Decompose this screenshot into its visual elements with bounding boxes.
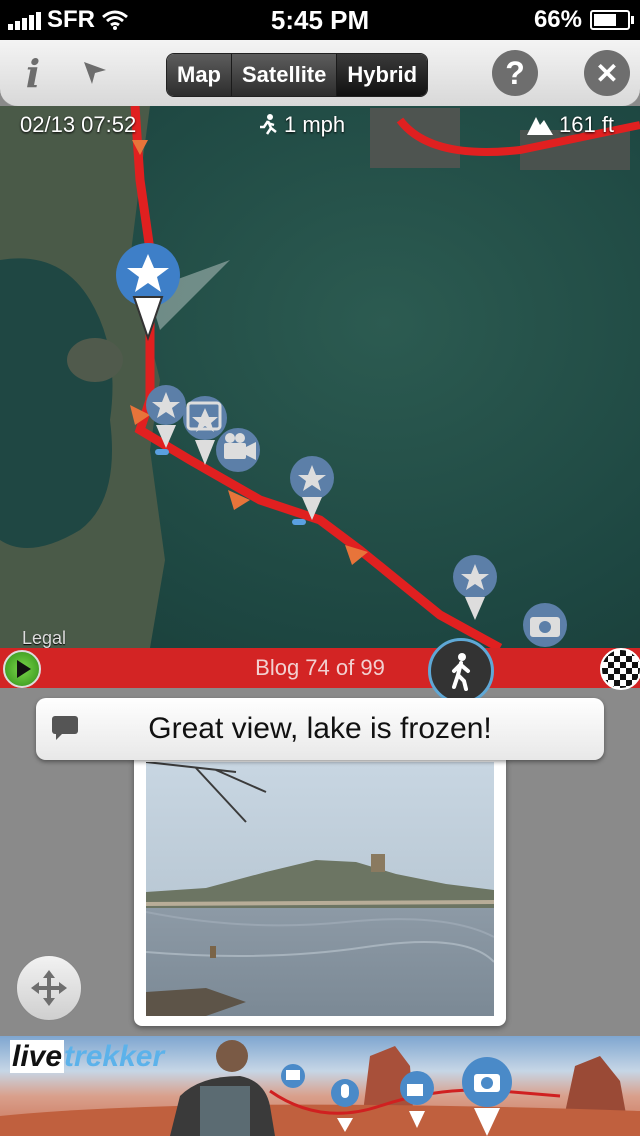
- map-altitude: 161 ft: [527, 112, 614, 138]
- locate-button[interactable]: [70, 48, 120, 98]
- island: [67, 338, 123, 382]
- timeline-bar[interactable]: Blog 74 of 99: [0, 648, 640, 688]
- battery: 66%: [533, 6, 634, 34]
- comment-bubble[interactable]: Great view, lake is frozen!: [36, 698, 604, 760]
- walker-icon[interactable]: [428, 638, 494, 704]
- segment-hybrid[interactable]: Hybrid: [337, 54, 428, 96]
- banner-comment-marker: [281, 1064, 305, 1088]
- livetrekker-banner[interactable]: livetrekker: [0, 1036, 640, 1136]
- close-icon: ✕: [584, 50, 630, 96]
- route-segment-marker: [155, 449, 169, 455]
- map-view[interactable]: [0, 106, 640, 648]
- help-icon: ?: [492, 50, 538, 96]
- waypoint-marker[interactable]: [453, 555, 497, 620]
- segment-map[interactable]: Map: [167, 54, 232, 96]
- info-icon: i: [25, 50, 41, 96]
- move-icon: [31, 970, 67, 1006]
- walker-figure: [452, 653, 470, 691]
- logo-trekker: trekker: [64, 1040, 165, 1073]
- lake-photo-image: [146, 762, 494, 1016]
- route-line: [130, 106, 503, 648]
- blog-counter: Blog 74 of 99: [255, 655, 385, 680]
- locate-arrow-icon: [84, 62, 106, 84]
- map-canvas: [0, 106, 640, 648]
- toolbar: i Map Satellite Hybrid ? ✕: [0, 40, 640, 107]
- close-button[interactable]: ✕: [582, 48, 632, 98]
- info-button[interactable]: i: [8, 48, 58, 98]
- battery-percent: 66%: [533, 6, 582, 33]
- battery-icon: [590, 10, 634, 30]
- status-bar: SFR 5:45 PM 66%: [0, 0, 640, 40]
- photo-card[interactable]: [134, 752, 506, 1026]
- logo-live: live: [10, 1040, 65, 1073]
- photo-marker[interactable]: [523, 603, 567, 647]
- speed-value: 1 mph: [284, 112, 346, 137]
- altitude-value: 161 ft: [559, 112, 615, 137]
- hiker-figure: [170, 1040, 275, 1136]
- run-icon: [260, 114, 277, 135]
- route-segment-marker: [292, 519, 306, 525]
- video-marker[interactable]: [216, 428, 260, 472]
- play-icon[interactable]: [3, 650, 41, 688]
- mountain-icon: [527, 117, 553, 135]
- segment-satellite[interactable]: Satellite: [232, 54, 338, 96]
- comment-text: Great view, lake is frozen!: [148, 712, 492, 745]
- map-date-time: 02/13 07:52: [20, 112, 137, 137]
- livetrekker-logo: livetrekker: [10, 1040, 164, 1074]
- finish-flag-icon[interactable]: [600, 648, 640, 690]
- map-speed: 1 mph: [258, 112, 345, 138]
- help-button[interactable]: ?: [490, 48, 540, 98]
- move-button[interactable]: [16, 955, 82, 1021]
- blog-photo[interactable]: [146, 762, 494, 1016]
- legal-link[interactable]: Legal: [22, 628, 66, 649]
- map-type-control: Map Satellite Hybrid: [166, 53, 429, 97]
